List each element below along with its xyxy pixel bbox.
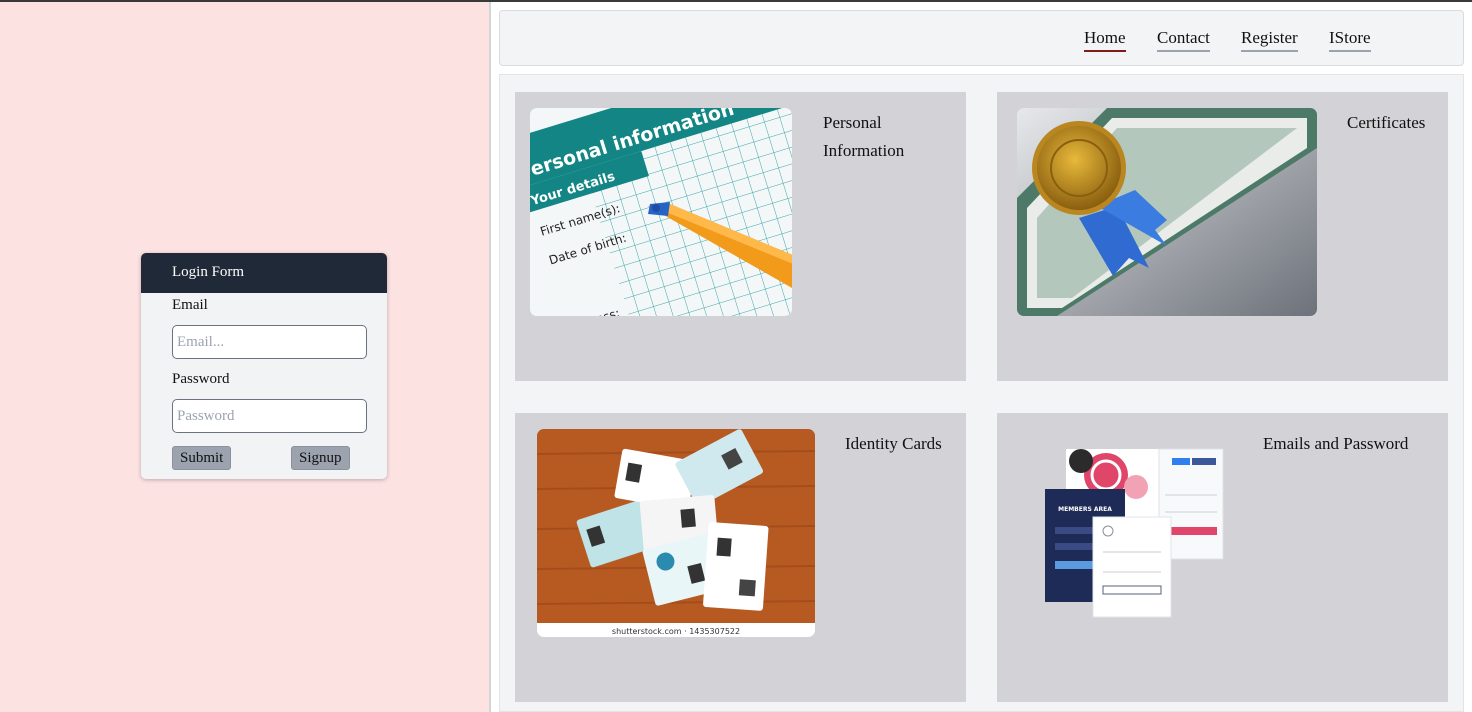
svg-text:shutterstock.com · 1435307522: shutterstock.com · 1435307522 xyxy=(612,627,740,636)
login-form-title: Login Form xyxy=(141,253,387,293)
nav-contact-link[interactable]: Contact xyxy=(1157,28,1210,52)
certificate-seal-image xyxy=(1017,108,1317,316)
right-pane: Home Contact Register IStore Personal in… xyxy=(491,2,1472,712)
signup-button[interactable]: Signup xyxy=(291,446,350,470)
card-title-line1: Personal xyxy=(823,113,882,132)
email-label: Email xyxy=(172,297,208,313)
submit-button[interactable]: Submit xyxy=(172,446,232,470)
card-title: Personal Information xyxy=(823,109,904,165)
card-personal-information[interactable]: Personal information Your details First … xyxy=(515,92,966,381)
card-title: Certificates xyxy=(1347,113,1426,132)
card-identity-cards[interactable]: shutterstock.com · 1435307522 Identity C… xyxy=(515,413,966,702)
navbar: Home Contact Register IStore xyxy=(499,10,1464,66)
identity-cards-image: shutterstock.com · 1435307522 xyxy=(537,429,815,637)
nav-register-link[interactable]: Register xyxy=(1241,28,1298,52)
card-emails-and-password[interactable]: MEMBERS AREA Emails and Password xyxy=(997,413,1448,702)
password-input[interactable] xyxy=(172,399,367,433)
personal-information-form-image: Personal information Your details First … xyxy=(530,108,792,316)
svg-text:MEMBERS AREA: MEMBERS AREA xyxy=(1058,506,1112,513)
card-title: Emails and Password xyxy=(1263,434,1409,453)
login-form: Login Form Email Password Submit Signup xyxy=(141,253,387,479)
nav-home-link[interactable]: Home xyxy=(1084,28,1126,52)
nav-istore-link[interactable]: IStore xyxy=(1329,28,1371,52)
card-title-line2: Information xyxy=(823,141,905,160)
login-forms-mockup-image: MEMBERS AREA xyxy=(1041,447,1226,619)
left-pane: Login Form Email Password Submit Signup xyxy=(0,2,489,712)
password-label: Password xyxy=(172,371,230,387)
card-title: Identity Cards xyxy=(845,434,942,453)
card-certificates[interactable]: Certificates xyxy=(997,92,1448,381)
email-input[interactable] xyxy=(172,325,367,359)
cards-grid: Personal information Your details First … xyxy=(499,74,1464,712)
